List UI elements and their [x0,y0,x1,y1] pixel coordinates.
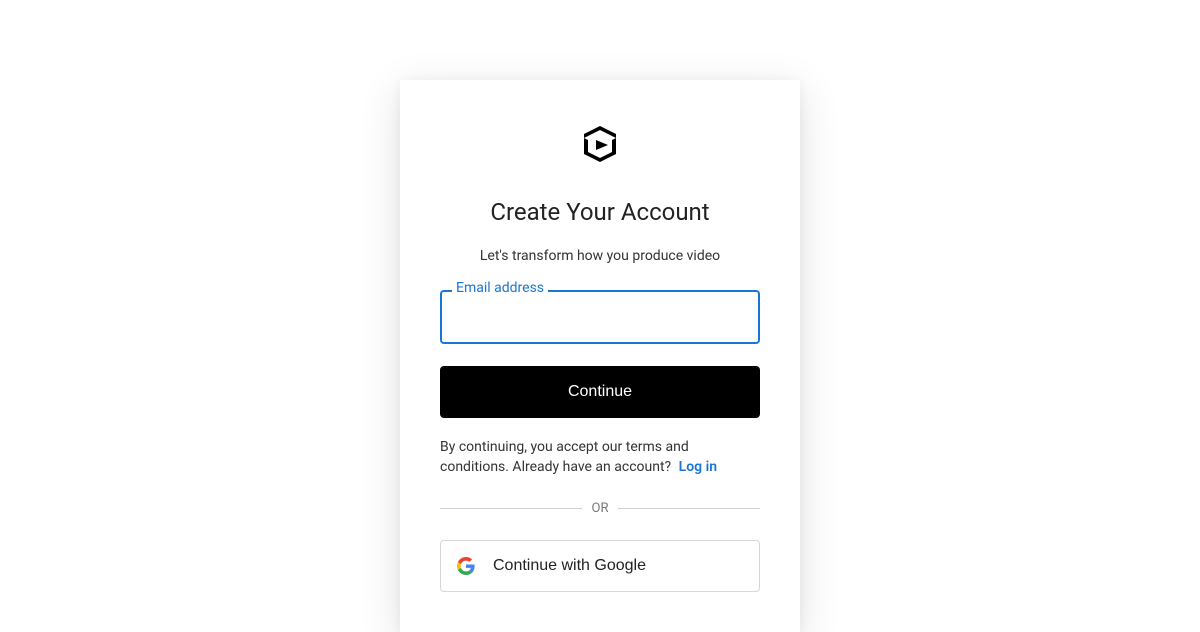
continue-button[interactable]: Continue [440,366,760,418]
divider-line-left [440,508,582,509]
google-button-label: Continue with Google [493,557,646,575]
legal-text: By continuing, you accept our terms and … [440,438,760,477]
brand-logo-icon [580,124,620,170]
google-icon [457,557,475,575]
email-input[interactable] [440,290,760,344]
email-label: Email address [452,281,548,295]
continue-with-google-button[interactable]: Continue with Google [440,540,760,592]
login-link[interactable]: Log in [679,459,717,475]
signup-card: Create Your Account Let's transform how … [400,80,800,632]
divider-line-right [618,508,760,509]
legal-copy: By continuing, you accept our terms and … [440,439,689,475]
email-field-wrap: Email address [440,290,760,344]
page-title: Create Your Account [490,198,709,226]
divider: OR [440,501,760,516]
page-subtitle: Let's transform how you produce video [480,248,720,264]
divider-label: OR [582,501,619,516]
